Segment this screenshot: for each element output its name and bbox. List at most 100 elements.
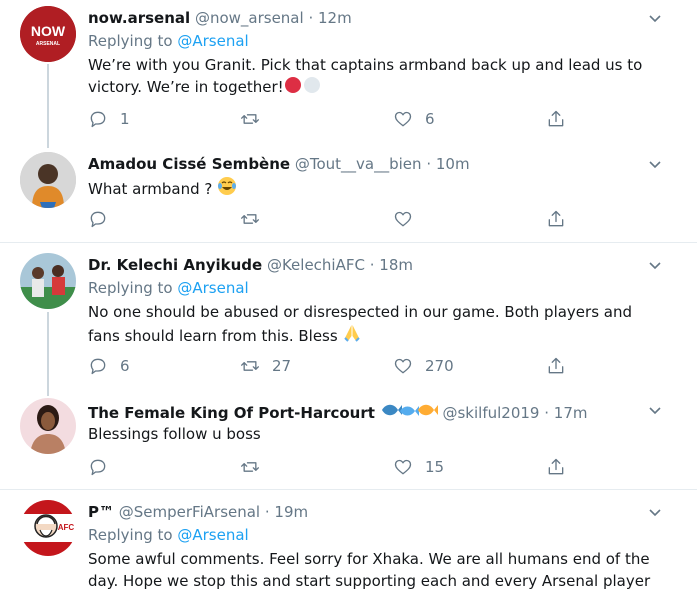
like-button[interactable]: 270 bbox=[393, 354, 454, 378]
like-button[interactable] bbox=[393, 207, 425, 231]
like-button[interactable]: 6 bbox=[393, 107, 435, 131]
share-icon bbox=[548, 210, 564, 227]
tweet-text-body: We’re with you Granit. Pick that captain… bbox=[88, 56, 643, 96]
group-photo-icon bbox=[20, 253, 76, 309]
display-name[interactable]: Amadou Cissé Sembène bbox=[88, 155, 290, 173]
share-button[interactable] bbox=[546, 107, 566, 131]
share-icon bbox=[548, 110, 564, 127]
tweet-text-body: Blessings follow u boss bbox=[88, 425, 261, 443]
share-button[interactable] bbox=[546, 207, 566, 231]
timestamp[interactable]: · 17m bbox=[544, 404, 587, 422]
like-count: 270 bbox=[425, 357, 454, 375]
tweet-header: Dr. Kelechi Anyikude @KelechiAFC · 18m bbox=[88, 255, 413, 275]
tweet-feed: NOW ARSENAL now.arsenal @now_arsenal · 1… bbox=[0, 0, 697, 600]
reply-count: 1 bbox=[120, 110, 130, 128]
display-name[interactable]: now.arsenal bbox=[88, 9, 190, 27]
tweet-actions: 1 6 bbox=[88, 107, 608, 131]
laughing-crying-emoji-icon bbox=[218, 177, 237, 195]
replying-to: Replying to @Arsenal bbox=[88, 31, 249, 51]
timestamp[interactable]: · 10m bbox=[426, 155, 469, 173]
fish-emoji-icon bbox=[381, 404, 438, 416]
share-button[interactable] bbox=[546, 354, 566, 378]
user-handle[interactable]: @KelechiAFC bbox=[267, 256, 365, 274]
tweet[interactable]: The Female King Of Port-Harcourt @skilfu… bbox=[0, 388, 697, 489]
retweet-icon bbox=[241, 214, 259, 224]
tweet-actions: 6 27 270 bbox=[88, 354, 608, 378]
person-photo-icon bbox=[20, 152, 76, 208]
timestamp[interactable]: · 18m bbox=[370, 256, 413, 274]
chevron-down-icon[interactable] bbox=[649, 506, 661, 518]
display-name[interactable]: P™ bbox=[88, 503, 114, 521]
display-name[interactable]: Dr. Kelechi Anyikude bbox=[88, 256, 262, 274]
replying-to: Replying to @Arsenal bbox=[88, 278, 249, 298]
display-name[interactable]: The Female King Of Port-Harcourt bbox=[88, 404, 375, 422]
avatar[interactable] bbox=[20, 253, 76, 309]
reply-button[interactable]: 1 bbox=[88, 107, 130, 131]
tweet-header: The Female King Of Port-Harcourt @skilfu… bbox=[88, 400, 587, 423]
user-handle[interactable]: @now_arsenal bbox=[195, 9, 304, 27]
user-handle[interactable]: @Tout__va__bien bbox=[295, 155, 422, 173]
replying-to-label: Replying to bbox=[88, 526, 173, 544]
avatar[interactable] bbox=[20, 398, 76, 454]
tweet[interactable]: Amadou Cissé Sembène @Tout__va__bien · 1… bbox=[0, 144, 697, 242]
tweet-text: Blessings follow u boss bbox=[88, 423, 668, 445]
user-handle[interactable]: @skilful2019 bbox=[442, 404, 539, 422]
share-icon bbox=[548, 458, 564, 475]
mention-link[interactable]: @Arsenal bbox=[177, 526, 248, 544]
avatar[interactable] bbox=[20, 152, 76, 208]
retweet-button[interactable]: 27 bbox=[240, 354, 291, 378]
chevron-down-icon[interactable] bbox=[649, 158, 661, 170]
tweet-text: Some awful comments. Feel sorry for Xhak… bbox=[88, 548, 668, 592]
reply-icon bbox=[90, 111, 106, 128]
mention-link[interactable]: @Arsenal bbox=[177, 279, 248, 297]
timestamp[interactable]: · 12m bbox=[308, 9, 351, 27]
tweet-text: We’re with you Granit. Pick that captain… bbox=[88, 54, 668, 98]
share-button[interactable] bbox=[546, 455, 566, 479]
retweet-button[interactable] bbox=[240, 455, 272, 479]
now-arsenal-logo-icon: NOW ARSENAL bbox=[20, 6, 76, 62]
retweet-button[interactable] bbox=[240, 107, 272, 131]
tweet[interactable]: NOW ARSENAL now.arsenal @now_arsenal · 1… bbox=[0, 0, 697, 144]
avatar[interactable]: AFC bbox=[20, 500, 76, 556]
tweet-text-body: What armband ? bbox=[88, 180, 213, 198]
replying-to-label: Replying to bbox=[88, 279, 173, 297]
tweet-text-body: Some awful comments. Feel sorry for Xhak… bbox=[88, 550, 651, 590]
mention-link[interactable]: @Arsenal bbox=[177, 32, 248, 50]
reply-button[interactable]: 6 bbox=[88, 354, 130, 378]
like-button[interactable]: 15 bbox=[393, 455, 444, 479]
thread-connector bbox=[47, 312, 49, 396]
tweet[interactable]: Dr. Kelechi Anyikude @KelechiAFC · 18m R… bbox=[0, 243, 697, 388]
heart-icon bbox=[394, 211, 412, 227]
like-count: 15 bbox=[425, 458, 445, 476]
tweet-header: Amadou Cissé Sembène @Tout__va__bien · 1… bbox=[88, 154, 470, 174]
avatar-logo-text: AFC bbox=[58, 523, 75, 532]
heart-icon bbox=[394, 111, 412, 127]
retweet-count: 27 bbox=[272, 357, 292, 375]
tweet-actions: 15 bbox=[88, 455, 608, 479]
tweet-text: No one should be abused or disrespected … bbox=[88, 301, 668, 347]
reply-button[interactable] bbox=[88, 207, 120, 231]
like-count: 6 bbox=[425, 110, 435, 128]
tweet[interactable]: AFC P™ @SemperFiArsenal · 19m Replying t… bbox=[0, 490, 697, 600]
avatar[interactable]: NOW ARSENAL bbox=[20, 6, 76, 62]
kfc-style-avatar-icon: AFC bbox=[20, 500, 76, 556]
chevron-down-icon[interactable] bbox=[649, 259, 661, 271]
person-photo-icon bbox=[20, 398, 76, 454]
heart-icon bbox=[394, 358, 412, 374]
replying-to: Replying to @Arsenal bbox=[88, 525, 249, 545]
reply-icon bbox=[90, 459, 106, 476]
retweet-icon bbox=[241, 462, 259, 472]
chevron-down-icon[interactable] bbox=[649, 12, 661, 24]
retweet-button[interactable] bbox=[240, 207, 272, 231]
replying-to-label: Replying to bbox=[88, 32, 173, 50]
chevron-down-icon[interactable] bbox=[649, 404, 661, 416]
tweet-text: What armband ? bbox=[88, 176, 668, 200]
tweet-header: now.arsenal @now_arsenal · 12m bbox=[88, 8, 352, 28]
reply-button[interactable] bbox=[88, 455, 120, 479]
reply-icon bbox=[90, 358, 106, 375]
red-white-circles-emoji-icon bbox=[284, 77, 320, 93]
user-handle[interactable]: @SemperFiArsenal bbox=[119, 503, 260, 521]
retweet-icon bbox=[241, 114, 259, 124]
avatar-logo-text: NOW bbox=[31, 23, 66, 39]
timestamp[interactable]: · 19m bbox=[265, 503, 308, 521]
